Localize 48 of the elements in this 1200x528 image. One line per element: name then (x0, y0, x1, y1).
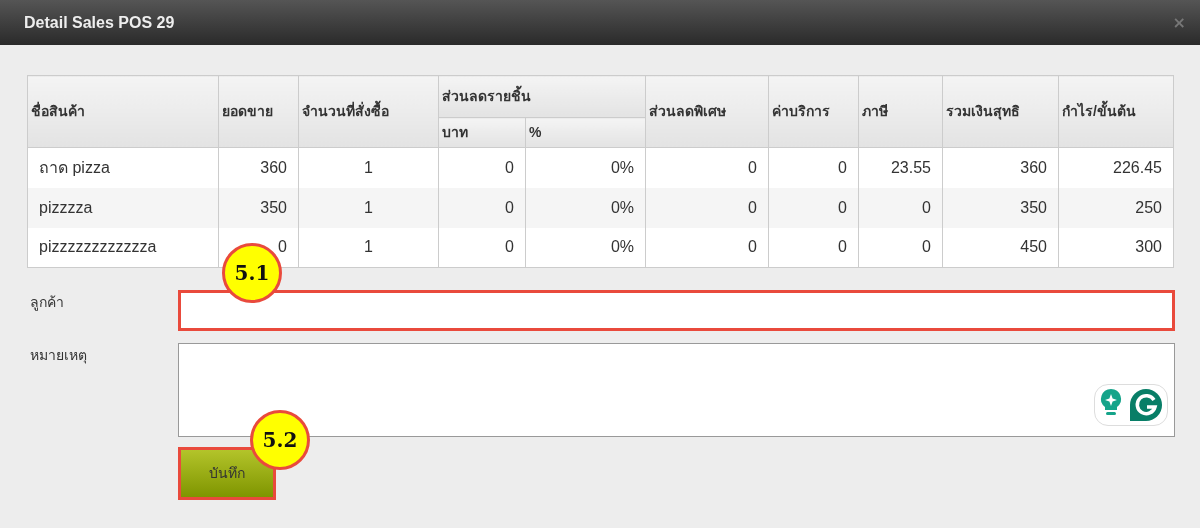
table-cell: 0 (645, 147, 769, 188)
lightbulb-icon (1099, 388, 1123, 416)
field-label: หมายเหตุ (29, 346, 88, 366)
table-cell: pizzzza (27, 187, 219, 228)
table-cell: 360 (942, 147, 1059, 188)
table-cell: 0% (525, 187, 646, 228)
column-header: กำไร/ขั้นต้น (1058, 75, 1174, 148)
table-cell: 23.55 (858, 147, 943, 188)
table-cell: 250 (1058, 187, 1174, 228)
column-header: ส่วนลดพิเศษ (645, 75, 769, 148)
column-header: ชื่อสินค้า (27, 75, 219, 148)
table-cell: pizzzzzzzzzzzza (27, 227, 219, 268)
window-title: Detail Sales POS 29 (24, 12, 175, 33)
column-header: % (525, 117, 646, 148)
table-cell: 0 (645, 227, 769, 268)
table-cell: 0 (858, 227, 943, 268)
field-label: ลูกค้า (29, 293, 65, 313)
column-header: ส่วนลดรายชิ้น (438, 75, 646, 118)
table-cell: 0% (525, 147, 646, 188)
table-cell: 0 (438, 187, 526, 228)
grammarly-widget[interactable] (1094, 384, 1168, 426)
save-button[interactable]: บันทึก (178, 447, 276, 500)
table-cell: 360 (218, 147, 299, 188)
input-field[interactable] (178, 290, 1175, 331)
table-cell: 0% (525, 227, 646, 268)
table-cell: 1 (298, 147, 439, 188)
table-cell: 450 (942, 227, 1059, 268)
table-cell: 0 (768, 187, 859, 228)
table-cell: 0 (438, 227, 526, 268)
column-header: รวมเงินสุทธิ (942, 75, 1059, 148)
table-cell: 226.45 (1058, 147, 1174, 188)
column-header: บาท (438, 117, 526, 148)
column-header: ยอดขาย (218, 75, 299, 148)
table-cell: 300 (1058, 227, 1174, 268)
table-cell: 0 (645, 187, 769, 228)
column-header: ค่าบริการ (768, 75, 859, 148)
table-cell: 0 (768, 147, 859, 188)
column-header: ภาษี (858, 75, 943, 148)
table-cell: 0 (768, 227, 859, 268)
table-cell: 350 (942, 187, 1059, 228)
table-cell: 1 (298, 187, 439, 228)
table-cell: 0 (858, 187, 943, 228)
table-cell: 1 (298, 227, 439, 268)
table-cell: 0 (438, 147, 526, 188)
grammar-logo-icon (1129, 388, 1163, 422)
table-cell: 350 (218, 187, 299, 228)
column-header: จำนวนที่สั่งซื้อ (298, 75, 439, 148)
table-cell: ถาด pizza (27, 147, 219, 188)
